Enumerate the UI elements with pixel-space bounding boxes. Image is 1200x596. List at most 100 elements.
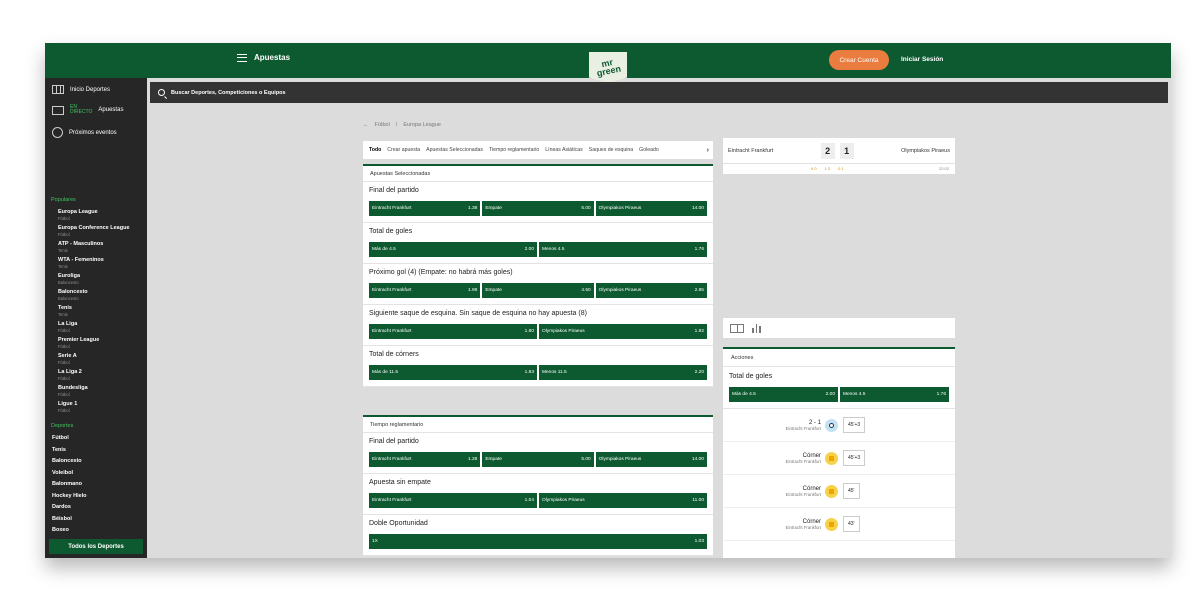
- sidebar-sport-item[interactable]: Dardos: [52, 504, 87, 516]
- odds-row: Eintracht Frankfurt 1.38 Empate 5.00 Olympia…: [369, 201, 707, 216]
- actions-market: Total de goles Más de 4.5 2.00 Menos 4.5 1.…: [723, 367, 955, 409]
- sidebar-competition-item[interactable]: Tenis Tenis: [58, 305, 130, 321]
- odds-row: 1X 1.03: [369, 534, 707, 549]
- odds-button[interactable]: Más de 4.5 2.00: [369, 242, 537, 257]
- sidebar-competition-item[interactable]: Serie A Fútbol: [58, 353, 130, 369]
- odds-button[interactable]: Eintracht Frankfurt 1.98: [369, 283, 481, 298]
- sidebar-sport-item[interactable]: Tenis: [52, 447, 87, 459]
- stats-icon[interactable]: [752, 323, 763, 333]
- odds-label: Empate: [485, 457, 502, 462]
- sidebar-sport-item[interactable]: Hockey Hielo: [52, 493, 87, 505]
- sidebar-competition-item[interactable]: La Liga Fútbol: [58, 321, 130, 337]
- market-title: Siguiente saque de esquina. Sin saque de…: [369, 310, 587, 317]
- pitch-icon[interactable]: [730, 323, 744, 333]
- competition-name: Europa League: [58, 209, 98, 215]
- odds-button[interactable]: Olympiakos Piraeus 14.00: [595, 452, 707, 467]
- odds-button[interactable]: 1X 1.03: [369, 534, 707, 549]
- market-block: Total de córners Más de 11.5 1.83 Menos 11.…: [363, 346, 713, 387]
- tab-item[interactable]: Goleado: [639, 147, 659, 153]
- sidebar-item-upcoming[interactable]: Próximos eventos: [52, 127, 117, 138]
- sidebar-competition-item[interactable]: Bundesliga Fútbol: [58, 385, 130, 401]
- breadcrumb-competition[interactable]: Europa League: [403, 122, 441, 128]
- tab-item[interactable]: Líneas Asiáticas: [545, 147, 583, 153]
- event-minute: 45'+3: [843, 450, 866, 466]
- popular-heading: Populares: [51, 197, 76, 203]
- event-team: Eintracht Frankfurt: [785, 458, 821, 464]
- live-apuestas-label: Apuestas: [98, 107, 124, 113]
- menu-button[interactable]: Apuestas: [237, 53, 290, 62]
- logo[interactable]: mr green: [588, 51, 628, 83]
- sidebar-competition-item[interactable]: Ligue 1 Fútbol: [58, 401, 130, 417]
- tab-item[interactable]: Apuestas Seleccionadas: [426, 147, 483, 153]
- odds-label: Más de 4.5: [372, 247, 396, 252]
- search-input[interactable]: [171, 89, 671, 96]
- menu-label: Apuestas: [254, 53, 291, 62]
- competition-sport: Tenis: [58, 248, 68, 253]
- event-minute: 45'+3: [843, 417, 866, 433]
- odds-button[interactable]: Más de 4.5 2.00: [729, 387, 838, 402]
- sidebar-sport-item[interactable]: Béisbol: [52, 516, 87, 528]
- sidebar-competition-item[interactable]: WTA - Femeninos Tenis: [58, 257, 130, 273]
- odds-button[interactable]: Eintracht Frankfurt 1.04: [369, 493, 537, 508]
- sidebar-competition-item[interactable]: La Liga 2 Fútbol: [58, 369, 130, 385]
- competition-name: WTA - Femeninos: [58, 257, 104, 263]
- odds-button[interactable]: Menos 11.5 2.20: [539, 365, 707, 380]
- competition-sport: Fútbol: [58, 328, 70, 333]
- sidebar-sport-item[interactable]: Boxeo: [52, 527, 87, 539]
- odds-button[interactable]: Menos 4.5 1.76: [840, 387, 949, 402]
- competition-sport: Tenis: [58, 312, 68, 317]
- sidebar-competition-item[interactable]: Europa Conference League Fútbol: [58, 225, 130, 241]
- stat-cards: 0 0 1 2 0 1: [811, 166, 844, 171]
- tab-item[interactable]: Todo: [369, 147, 381, 153]
- live-label-line2: DIRECTO: [70, 109, 93, 115]
- odds-button[interactable]: Eintracht Frankfurt 1.28: [369, 452, 481, 467]
- odds-button[interactable]: Empate 4.50: [482, 283, 594, 298]
- breadcrumb: ← Fútbol / Europa League: [363, 122, 441, 128]
- event-text: Córner Eintracht Frankfurt: [723, 453, 821, 464]
- sidebar-sport-item[interactable]: Balonmano: [52, 481, 87, 493]
- event-row: Córner Eintracht Frankfurt 45': [723, 475, 955, 508]
- odds-button[interactable]: Olympiakos Piraeus 1.92: [539, 324, 707, 339]
- tab-item[interactable]: Saques de esquina: [589, 147, 633, 153]
- odds-button[interactable]: Empate 5.00: [482, 201, 594, 216]
- sidebar-competition-item[interactable]: Baloncesto Baloncesto: [58, 289, 130, 305]
- market-block: Apuesta sin empate Eintracht Frankfurt 1.0…: [363, 474, 713, 515]
- odds-button[interactable]: Eintracht Frankfurt 1.80: [369, 324, 537, 339]
- sidebar-item-home[interactable]: Inicio Deportes: [52, 85, 110, 94]
- sidebar-competition-item[interactable]: Europa League Fútbol: [58, 209, 130, 225]
- odds-value: 1.83: [524, 370, 534, 375]
- odds-label: Menos 4.5: [843, 392, 866, 397]
- tab-item[interactable]: Tiempo reglamentario: [489, 147, 539, 153]
- odds-button[interactable]: Empate 5.00: [482, 452, 594, 467]
- market-block: Siguiente saque de esquina. Sin saque de…: [363, 305, 713, 346]
- odds-value: 2.00: [825, 392, 835, 397]
- back-arrow-icon[interactable]: ←: [363, 122, 369, 128]
- sidebar-sport-item[interactable]: Fútbol: [52, 435, 87, 447]
- odds-button[interactable]: Olympiakos Piraeus 11.00: [539, 493, 707, 508]
- odds-button[interactable]: Eintracht Frankfurt 1.38: [369, 201, 481, 216]
- sidebar-item-label: Inicio Deportes: [70, 86, 111, 93]
- odds-button[interactable]: Menos 4.5 1.76: [539, 242, 707, 257]
- breadcrumb-sport[interactable]: Fútbol: [375, 122, 390, 128]
- odds-row: Eintracht Frankfurt 1.98 Empate 4.50 Olympia…: [369, 283, 707, 298]
- competition-name: Bundesliga: [58, 385, 88, 391]
- event-team: Eintracht Frankfurt: [785, 491, 821, 497]
- odds-value: 1.76: [936, 392, 946, 397]
- chevron-right-icon[interactable]: ›: [707, 147, 713, 154]
- scoreboard: Eintracht Frankfurt 2 1 Olympiakos Pirae…: [723, 138, 955, 174]
- register-button[interactable]: Crear Cuenta: [829, 50, 889, 70]
- sidebar-sport-item[interactable]: Voleibol: [52, 470, 87, 482]
- odds-button[interactable]: Olympiakos Piraeus 14.00: [595, 201, 707, 216]
- odds-button[interactable]: Olympiakos Piraeus 2.85: [595, 283, 707, 298]
- sidebar-competition-item[interactable]: ATP - Masculinos Tenis: [58, 241, 130, 257]
- sidebar-competition-item[interactable]: Euroliga Baloncesto: [58, 273, 130, 289]
- odds-row: Eintracht Frankfurt 1.04 Olympiakos Piraeu…: [369, 493, 707, 508]
- tab-item[interactable]: Crear apuesta: [387, 147, 420, 153]
- sidebar-item-live[interactable]: EN DIRECTO Apuestas: [52, 105, 123, 115]
- odds-button[interactable]: Más de 11.5 1.83: [369, 365, 537, 380]
- all-sports-button[interactable]: Todos los Deportes: [49, 539, 143, 554]
- competition-sport: Tenis: [58, 264, 68, 269]
- sidebar-competition-item[interactable]: Premier League Fútbol: [58, 337, 130, 353]
- sidebar-sport-item[interactable]: Baloncesto: [52, 458, 87, 470]
- login-link[interactable]: Iniciar Sesión: [901, 56, 943, 63]
